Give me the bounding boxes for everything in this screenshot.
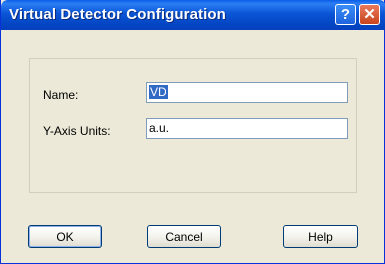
title-help-button[interactable]: ? bbox=[335, 4, 356, 25]
y-axis-units-label: Y-Axis Units: bbox=[43, 124, 111, 138]
window-title: Virtual Detector Configuration bbox=[9, 6, 226, 23]
name-field[interactable]: VD bbox=[146, 82, 348, 103]
cancel-button[interactable]: Cancel bbox=[147, 225, 221, 248]
title-bar[interactable]: Virtual Detector Configuration ? ✕ bbox=[1, 0, 385, 30]
question-icon: ? bbox=[340, 6, 351, 23]
y-axis-units-field[interactable]: a.u. bbox=[146, 118, 348, 139]
y-axis-units-value: a.u. bbox=[149, 121, 170, 135]
close-icon: ✕ bbox=[363, 6, 376, 23]
ok-button[interactable]: OK bbox=[28, 225, 102, 248]
name-label: Name: bbox=[43, 88, 79, 102]
help-button[interactable]: Help bbox=[283, 225, 358, 248]
title-close-button[interactable]: ✕ bbox=[359, 4, 380, 25]
dialog-window: Virtual Detector Configuration ? ✕ Name:… bbox=[0, 0, 385, 264]
name-field-value: VD bbox=[149, 85, 168, 99]
